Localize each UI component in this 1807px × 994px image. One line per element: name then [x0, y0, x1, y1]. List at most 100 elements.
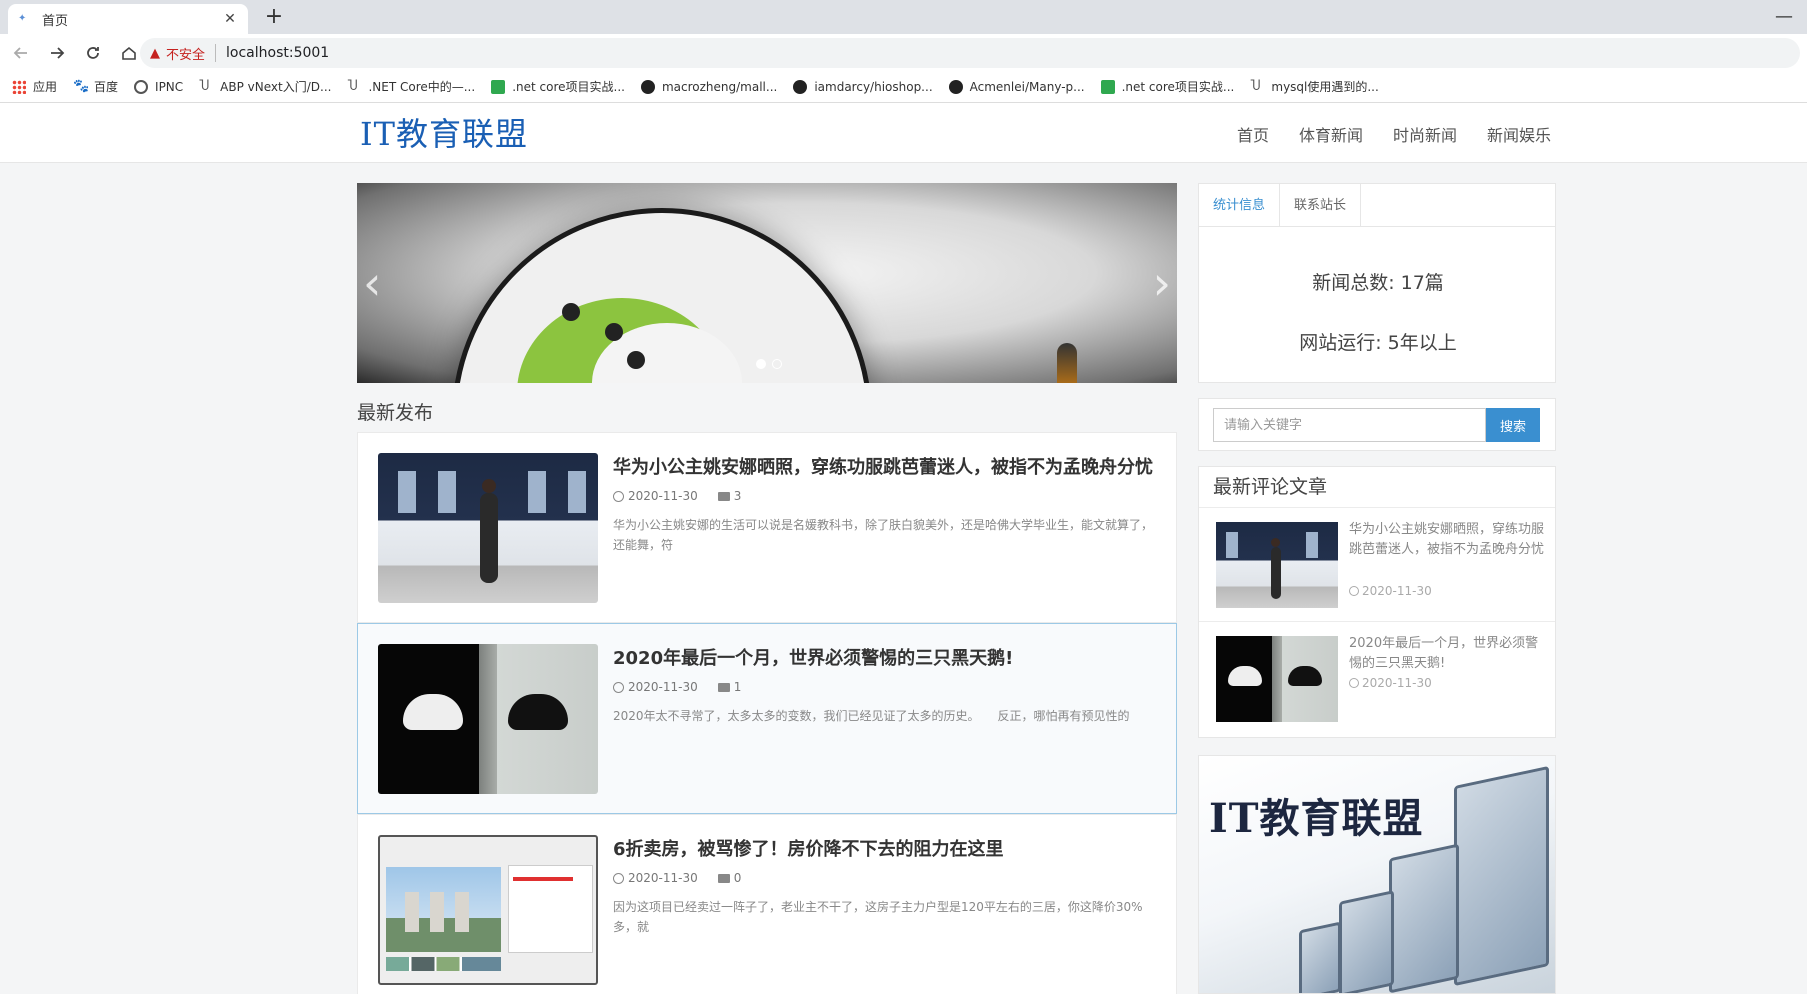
recent-comments-title: 最新评论文章	[1199, 467, 1555, 508]
article-title[interactable]: 6折卖房，被骂惨了！房价降不下去的阻力在这里	[613, 835, 1163, 861]
site-favicon-icon: ✦	[18, 13, 27, 24]
comment-count: 0	[733, 871, 742, 885]
white-swan-graphic	[1228, 666, 1262, 686]
window-minimize-icon[interactable]: —	[1775, 6, 1793, 27]
site-logo[interactable]: IT教育联盟	[360, 109, 528, 155]
article-card[interactable]: 2020年最后一个月，世界必须警惕的三只黑天鹅! 2020-11-30 1 20…	[357, 623, 1177, 814]
article-title[interactable]: 2020年最后一个月，世界必须警惕的三只黑天鹅!	[613, 644, 1163, 670]
arrow-right-icon	[51, 46, 65, 59]
stats-panel: 统计信息 联系站长 新闻总数: 17篇 网站运行: 5年以上	[1198, 183, 1556, 383]
recent-item[interactable]: 华为小公主姚安娜晒照，穿练功服跳芭蕾迷人，被指不为孟晚舟分忧 2020-11-3…	[1199, 508, 1555, 622]
clock-icon	[613, 681, 624, 693]
bookmark-item[interactable]: Ⴎ ABP vNext入门/D...	[199, 78, 331, 95]
carousel-indicator[interactable]	[756, 359, 766, 369]
nav-sports[interactable]: 体育新闻	[1299, 122, 1363, 146]
browser-tab-active[interactable]: ✦ 首页 ✕	[8, 4, 248, 34]
tab-contact[interactable]: 联系站长	[1280, 184, 1362, 226]
forward-button[interactable]	[42, 38, 72, 68]
back-button[interactable]	[6, 38, 36, 68]
warning-triangle-icon[interactable]: ▲	[150, 46, 160, 61]
window-graphic	[568, 471, 586, 513]
window-graphic	[398, 471, 416, 513]
clock-icon	[613, 872, 624, 884]
github-icon	[793, 79, 808, 94]
abp-icon: Ⴎ	[1250, 78, 1261, 94]
article-card[interactable]: 6折卖房，被骂惨了！房价降不下去的阻力在这里 2020-11-30 0 因为这项…	[357, 814, 1177, 994]
tab-title: 首页	[42, 13, 69, 29]
carousel-indicators	[753, 359, 785, 369]
recent-title[interactable]: 华为小公主姚安娜晒照，穿练功服跳芭蕾迷人，被指不为孟晚舟分忧	[1349, 520, 1544, 560]
article-meta: 2020-11-30 0	[613, 871, 741, 885]
tab-close-icon[interactable]: ✕	[222, 11, 238, 27]
carousel-drop-graphic	[1057, 343, 1077, 383]
bookmark-item[interactable]: 🐾 百度	[73, 78, 118, 95]
black-swan-graphic	[508, 694, 568, 730]
nav-entertainment[interactable]: 新闻娱乐	[1487, 122, 1551, 146]
bookmark-item[interactable]: 应用	[12, 78, 57, 95]
github-icon	[640, 79, 655, 94]
bookmark-green-icon	[491, 79, 506, 94]
article-card[interactable]: 华为小公主姚安娜晒照，穿练功服跳芭蕾迷人，被指不为孟晚舟分忧 2020-11-3…	[357, 432, 1177, 623]
reload-button[interactable]	[78, 38, 108, 68]
search-panel: 搜索	[1198, 398, 1556, 451]
price-highlight-graphic	[513, 877, 573, 881]
article-title[interactable]: 华为小公主姚安娜晒照，穿练功服跳芭蕾迷人，被指不为孟晚舟分忧	[613, 453, 1163, 479]
clock-icon	[613, 490, 624, 502]
window-graphic	[1226, 532, 1238, 558]
nav-home[interactable]: 首页	[1237, 122, 1269, 146]
article-thumbnail[interactable]	[378, 644, 598, 794]
bookmark-item[interactable]: iamdarcy/hioshop...	[793, 79, 933, 94]
url-text[interactable]: localhost:5001	[226, 45, 329, 61]
new-tab-button[interactable]: +	[262, 5, 286, 29]
carousel-prev-icon[interactable]: ‹	[363, 253, 381, 313]
bookmark-item[interactable]: Ⴎmysql使用遇到的...	[1250, 78, 1378, 95]
recent-thumbnail[interactable]	[1216, 522, 1338, 608]
github-icon	[948, 79, 963, 94]
comment-count: 1	[733, 680, 742, 694]
bookmark-label: iamdarcy/hioshop...	[814, 79, 933, 94]
sidebar-advertisement[interactable]: IT教育联盟	[1198, 755, 1556, 994]
browser-tabstrip: ✦ 首页 ✕ + —	[0, 0, 1807, 34]
carousel-dot-graphic	[627, 351, 645, 369]
security-status[interactable]: 不安全	[166, 44, 205, 63]
recent-thumbnail[interactable]	[1216, 636, 1338, 722]
monitor-graphic	[1454, 765, 1549, 987]
address-bar[interactable]: ▲ 不安全 localhost:5001	[140, 38, 1800, 68]
clock-icon	[1349, 586, 1359, 596]
bookmark-item[interactable]: .net core项目实战...	[491, 78, 625, 95]
search-input[interactable]	[1213, 408, 1486, 442]
bookmark-label: mysql使用遇到的...	[1271, 80, 1379, 94]
search-button[interactable]: 搜索	[1486, 408, 1540, 442]
comment-icon	[717, 682, 730, 692]
white-swan-graphic	[403, 694, 463, 730]
article-thumbnail[interactable]	[378, 453, 598, 603]
tab-statistics[interactable]: 统计信息	[1199, 184, 1281, 226]
latest-section-title: 最新发布	[357, 402, 434, 424]
carousel-dot-graphic	[562, 303, 580, 321]
bookmark-item[interactable]: Acmenlei/Many-p...	[948, 79, 1085, 94]
dancer-figure	[480, 493, 498, 583]
dancer-head	[482, 479, 496, 493]
tower-graphic	[405, 892, 419, 932]
carousel-indicator[interactable]	[772, 359, 782, 369]
bookmark-label: 应用	[33, 80, 58, 94]
photo-strip-graphic	[386, 957, 501, 971]
recent-comments-panel: 最新评论文章 华为小公主姚安娜晒照，穿练功服跳芭蕾迷人，被指不为孟晚舟分忧 20…	[1198, 466, 1556, 738]
bookmark-item[interactable]: .net core项目实战...	[1100, 78, 1235, 95]
bookmark-label: .net core项目实战...	[1121, 80, 1235, 94]
banner-carousel[interactable]: ‹ ›	[357, 183, 1177, 383]
article-date: 2020-11-30	[628, 871, 698, 885]
bookmark-item[interactable]: Ⴎ .NET Core中的—...	[347, 78, 475, 95]
article-summary: 2020年太不寻常了，太多太多的变数，我们已经见证了太多的历史。 反正，哪怕再有…	[613, 709, 1130, 723]
nav-fashion[interactable]: 时尚新闻	[1393, 122, 1457, 146]
bookmark-item[interactable]: IPNC	[134, 79, 183, 94]
recent-item[interactable]: 2020年最后一个月，世界必须警惕的三只黑天鹅! 2020-11-30	[1199, 622, 1555, 736]
stats-tabs: 统计信息 联系站长	[1199, 184, 1555, 227]
article-thumbnail[interactable]	[378, 835, 598, 985]
reload-icon	[87, 46, 99, 59]
recent-title[interactable]: 2020年最后一个月，世界必须警惕的三只黑天鹅!	[1349, 634, 1544, 674]
bookmark-label: macrozheng/mall...	[661, 79, 778, 94]
bookmark-item[interactable]: macrozheng/mall...	[640, 79, 778, 94]
article-date: 2020-11-30	[628, 680, 698, 694]
carousel-next-icon[interactable]: ›	[1153, 253, 1171, 313]
